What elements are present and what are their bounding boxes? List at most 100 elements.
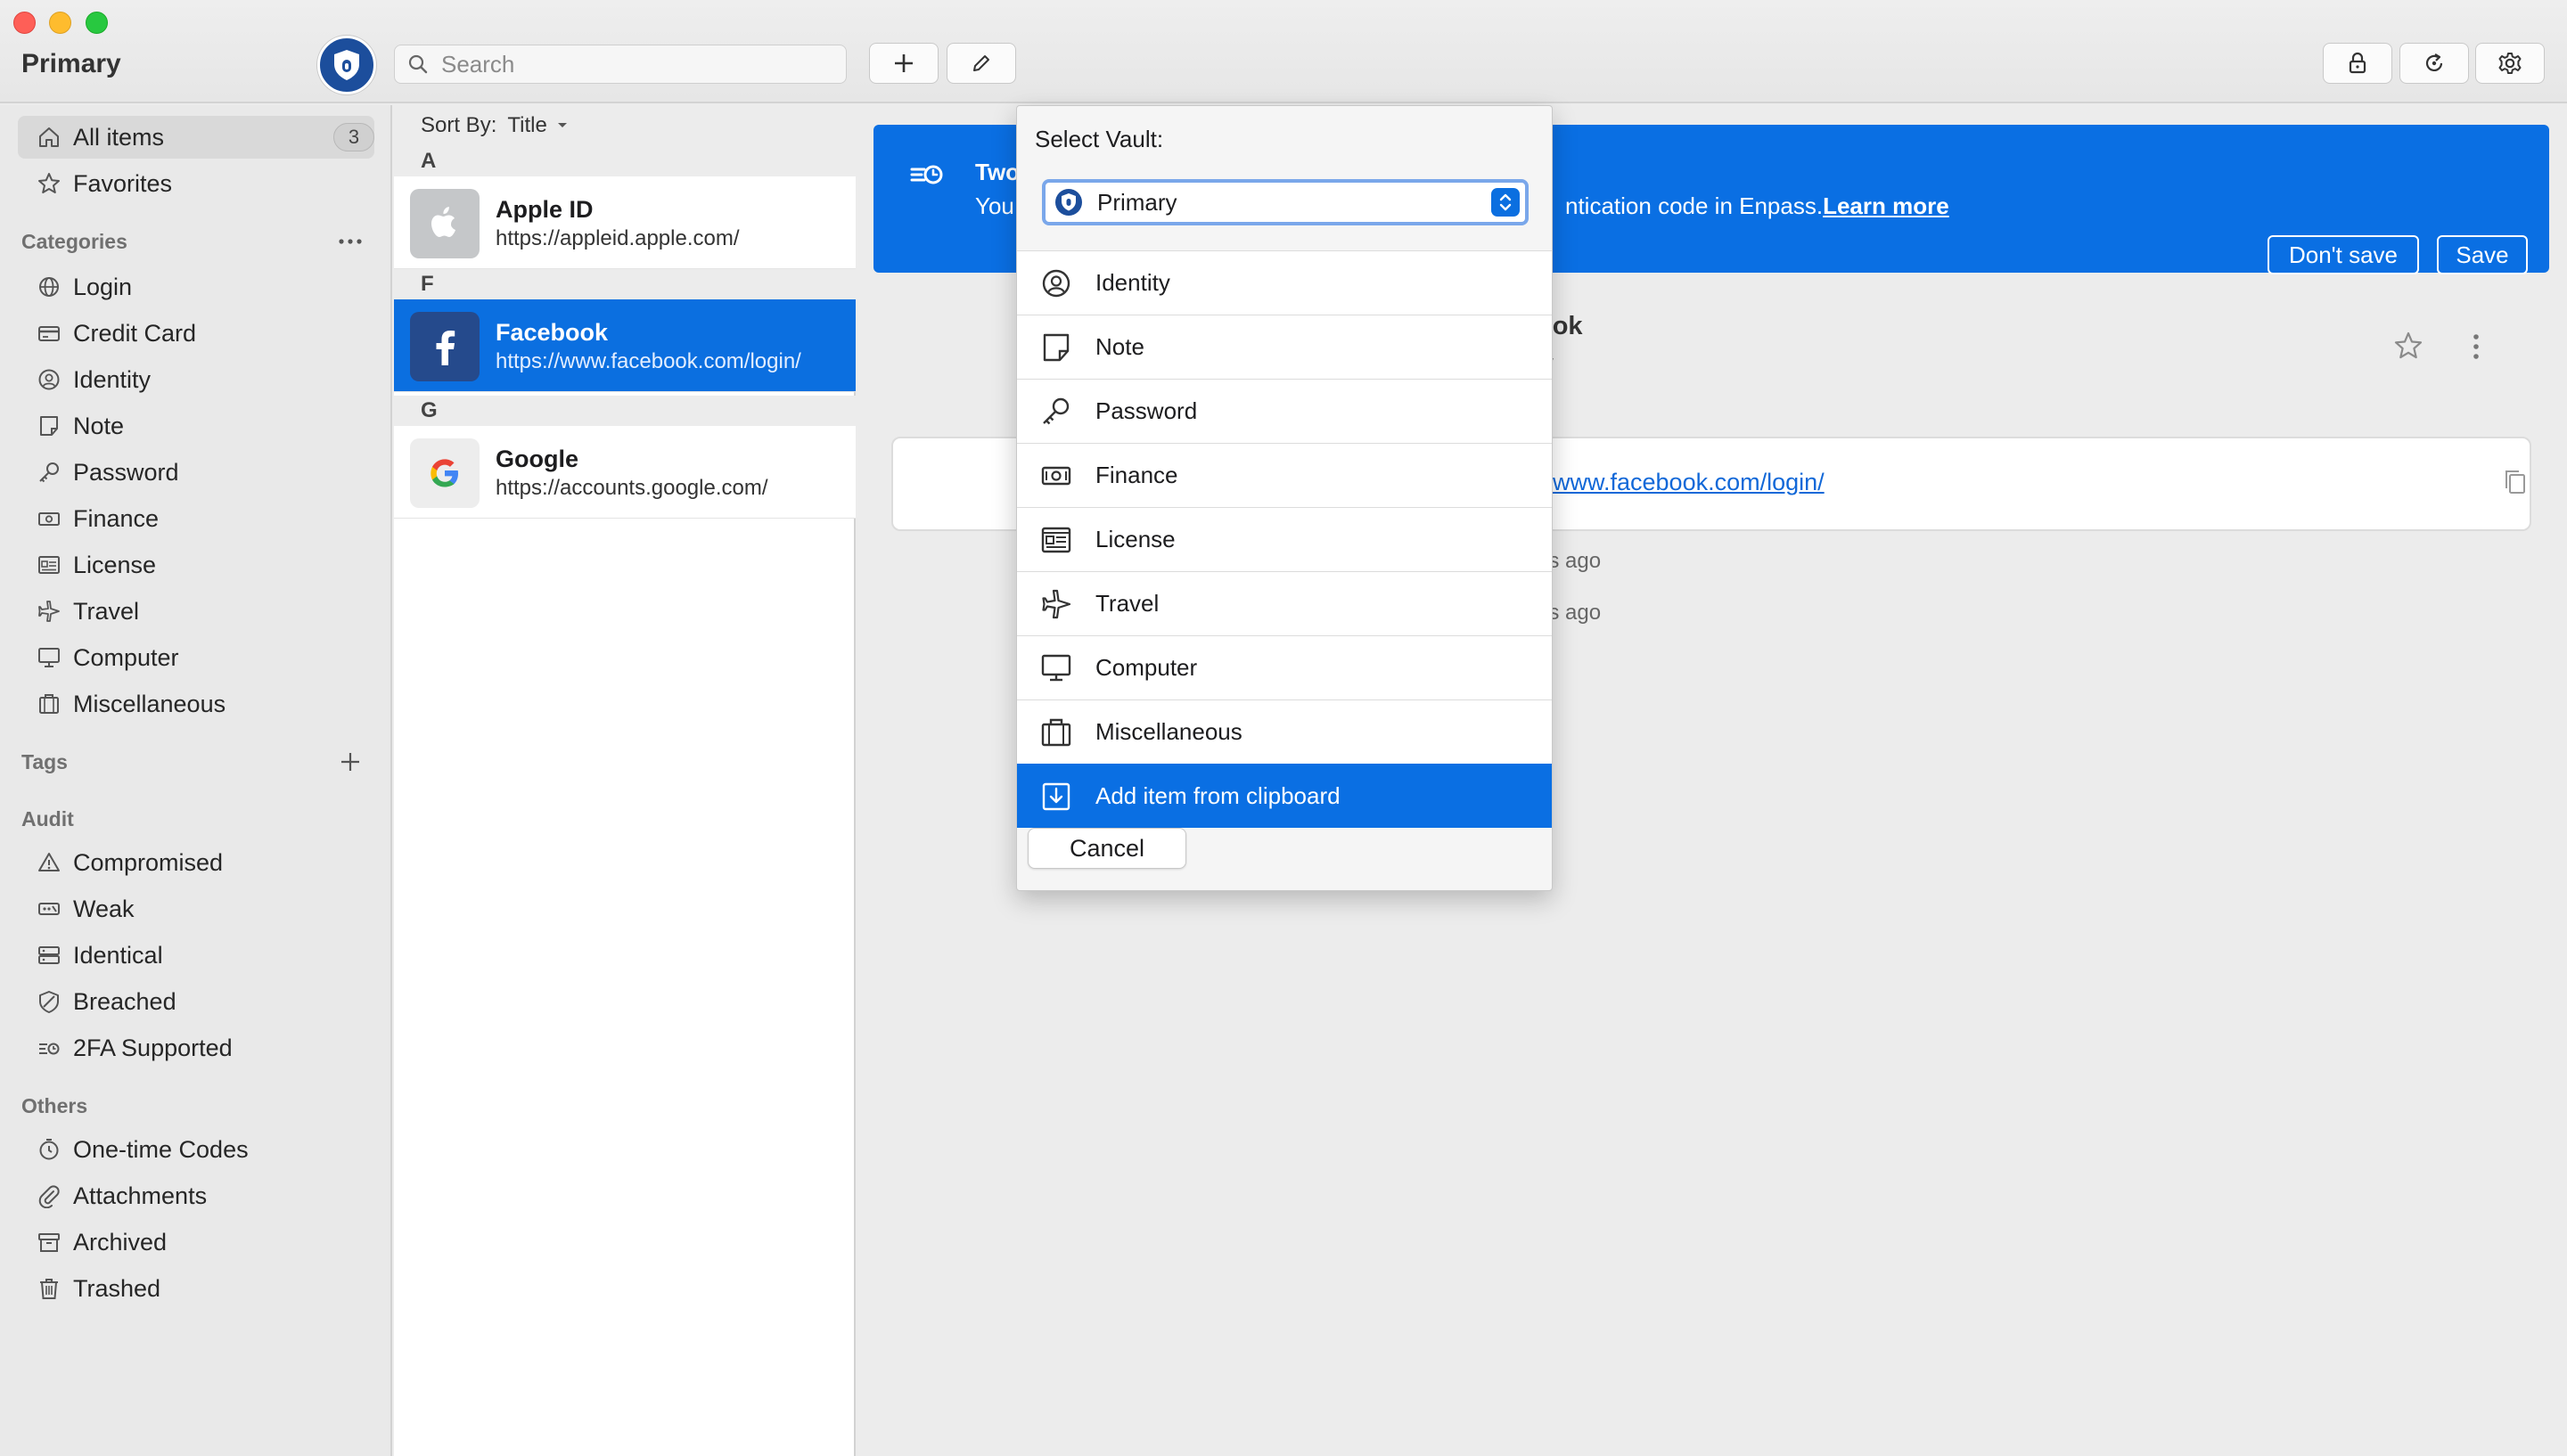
sidebar-item-label: Login xyxy=(73,273,133,300)
sidebar-item-archived[interactable]: Archived xyxy=(18,1221,374,1264)
sidebar-item-label: Password xyxy=(73,458,179,486)
add-item-popover: Select Vault: Primary Identity Note Pass… xyxy=(1016,105,1553,891)
2fa-icon xyxy=(34,1035,64,1060)
vault-select[interactable]: Primary xyxy=(1042,179,1529,225)
key-icon xyxy=(1038,396,1074,428)
identity-icon xyxy=(1038,267,1074,299)
sidebar-item-label: Identity xyxy=(73,365,152,393)
sidebar-item-attachments[interactable]: Attachments xyxy=(18,1174,374,1217)
menu-item-add-from-clipboard[interactable]: Add item from clipboard xyxy=(1017,764,1552,828)
sidebar-item-weak[interactable]: Weak xyxy=(18,888,374,930)
list-item-apple-id[interactable]: Apple ID https://appleid.apple.com/ xyxy=(394,176,856,269)
title-bar: Primary xyxy=(0,0,2567,103)
minimize-window-button[interactable] xyxy=(49,12,71,34)
dont-save-button[interactable]: Don't save xyxy=(2268,235,2419,274)
gear-icon xyxy=(2498,53,2522,74)
sidebar-item-label: Attachments xyxy=(73,1182,208,1209)
sidebar-item-label: Weak xyxy=(73,895,135,922)
list-item-google[interactable]: Google https://accounts.google.com/ xyxy=(394,426,856,519)
menu-item-note[interactable]: Note xyxy=(1017,315,1552,379)
sidebar-item-finance[interactable]: Finance xyxy=(18,497,374,540)
sidebar: All items 3 Favorites Categories Login C… xyxy=(0,105,392,1456)
paperclip-icon xyxy=(34,1183,64,1208)
finance-icon xyxy=(34,506,64,531)
sidebar-item-password[interactable]: Password xyxy=(18,451,374,494)
add-item-button[interactable] xyxy=(869,43,939,84)
settings-button[interactable] xyxy=(2475,43,2545,84)
menu-item-miscellaneous[interactable]: Miscellaneous xyxy=(1017,699,1552,764)
sync-icon xyxy=(2425,53,2443,71)
sidebar-item-breached[interactable]: Breached xyxy=(18,980,374,1023)
sidebar-item-login[interactable]: Login xyxy=(18,266,374,308)
trash-icon xyxy=(34,1276,64,1301)
menu-item-identity[interactable]: Identity xyxy=(1017,250,1552,315)
sidebar-item-computer[interactable]: Computer xyxy=(18,636,374,679)
credit-card-icon xyxy=(34,321,64,346)
sidebar-item-credit-card[interactable]: Credit Card xyxy=(18,312,374,355)
note-icon xyxy=(1038,331,1074,364)
note-icon xyxy=(34,413,64,438)
cancel-button[interactable]: Cancel xyxy=(1028,828,1186,869)
menu-item-label: Computer xyxy=(1095,654,1198,681)
save-button[interactable]: Save xyxy=(2437,235,2528,274)
sort-bar[interactable]: Sort By: Title xyxy=(394,105,856,146)
banner-text-right: ntication code in Enpass.Learn more xyxy=(1565,192,1949,220)
tags-header: Tags xyxy=(21,750,68,773)
vault-title: Primary xyxy=(21,49,121,78)
identity-icon xyxy=(34,367,64,392)
item-title: Google xyxy=(496,446,578,472)
search-bar[interactable] xyxy=(394,45,847,84)
learn-more-link[interactable]: Learn more xyxy=(1823,192,1949,219)
plus-icon xyxy=(895,54,913,72)
sidebar-item-label: Computer xyxy=(73,643,179,671)
sidebar-item-label: Breached xyxy=(73,987,176,1015)
close-window-button[interactable] xyxy=(13,12,36,34)
categories-more-button[interactable] xyxy=(335,226,365,257)
license-icon xyxy=(34,552,64,577)
sidebar-item-travel[interactable]: Travel xyxy=(18,590,374,633)
edit-item-button[interactable] xyxy=(947,43,1016,84)
archive-icon xyxy=(34,1230,64,1255)
sidebar-item-2fa-supported[interactable]: 2FA Supported xyxy=(18,1027,374,1069)
favorite-toggle[interactable] xyxy=(2392,330,2424,362)
sidebar-item-label: 2FA Supported xyxy=(73,1034,233,1061)
audit-header: Audit xyxy=(21,807,74,830)
search-input[interactable] xyxy=(441,50,816,78)
lock-button[interactable] xyxy=(2323,43,2392,84)
pencil-icon xyxy=(973,55,989,71)
sidebar-item-note[interactable]: Note xyxy=(18,405,374,447)
menu-item-license[interactable]: License xyxy=(1017,507,1552,571)
more-options-button[interactable] xyxy=(2473,333,2480,360)
sidebar-item-label: Trashed xyxy=(73,1274,161,1302)
menu-item-label: Miscellaneous xyxy=(1095,718,1242,745)
url-link[interactable]: www.facebook.com/login/ xyxy=(1553,469,1825,496)
2fa-banner-icon xyxy=(910,165,943,184)
sidebar-item-favorites[interactable]: Favorites xyxy=(18,162,374,205)
sidebar-item-miscellaneous[interactable]: Miscellaneous xyxy=(18,683,374,725)
sync-button[interactable] xyxy=(2399,43,2469,84)
menu-item-travel[interactable]: Travel xyxy=(1017,571,1552,635)
others-header: Others xyxy=(21,1094,88,1117)
item-title: Apple ID xyxy=(496,196,594,223)
copy-button[interactable] xyxy=(2503,469,2528,495)
sidebar-item-label: Identical xyxy=(73,941,163,969)
sidebar-item-all-items[interactable]: All items 3 xyxy=(18,116,374,159)
vault-switcher-button[interactable] xyxy=(317,36,376,94)
zoom-window-button[interactable] xyxy=(86,12,108,34)
menu-item-computer[interactable]: Computer xyxy=(1017,635,1552,699)
sidebar-item-compromised[interactable]: Compromised xyxy=(18,841,374,884)
list-item-facebook[interactable]: Facebook https://www.facebook.com/login/ xyxy=(394,299,856,392)
sidebar-item-one-time-codes[interactable]: One-time Codes xyxy=(18,1128,374,1171)
sidebar-item-license[interactable]: License xyxy=(18,544,374,586)
add-tag-button[interactable] xyxy=(335,747,365,777)
menu-item-finance[interactable]: Finance xyxy=(1017,443,1552,507)
menu-item-label: Add item from clipboard xyxy=(1095,782,1341,809)
sidebar-item-identical[interactable]: Identical xyxy=(18,934,374,977)
menu-item-password[interactable]: Password xyxy=(1017,379,1552,443)
sidebar-item-trashed[interactable]: Trashed xyxy=(18,1267,374,1310)
identical-icon xyxy=(34,943,64,968)
sort-value[interactable]: Title xyxy=(507,113,546,138)
timer-icon xyxy=(34,1137,64,1162)
enpass-shield-icon xyxy=(1055,189,1082,216)
sidebar-item-identity[interactable]: Identity xyxy=(18,358,374,401)
